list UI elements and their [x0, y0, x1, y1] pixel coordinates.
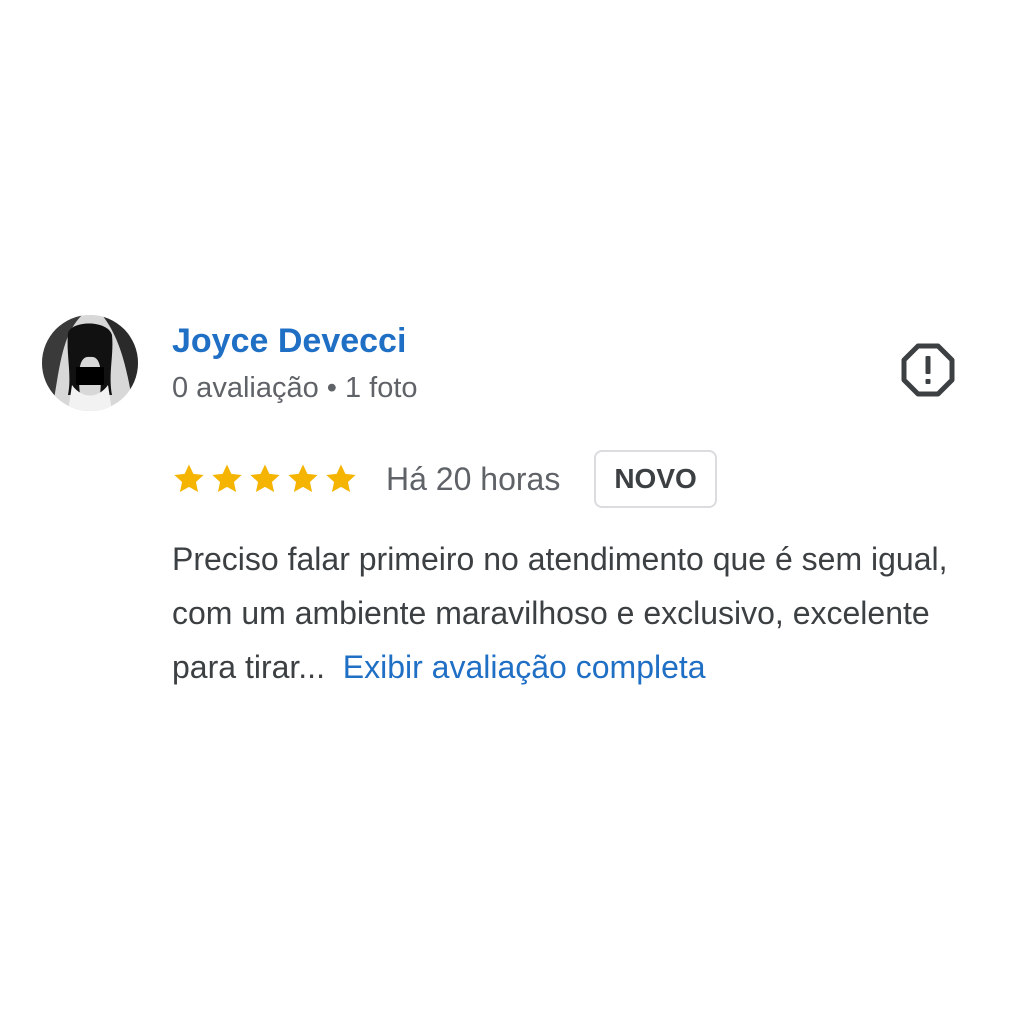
review-card: Joyce Devecci 0 avaliação • 1 foto Há 20…	[0, 0, 1024, 1024]
avatar[interactable]	[42, 315, 138, 411]
rating-row: Há 20 horas NOVO	[172, 448, 717, 510]
avatar-photo	[42, 315, 138, 411]
star-rating	[172, 462, 362, 496]
new-badge: NOVO	[594, 450, 717, 508]
star-icon	[326, 464, 356, 493]
author-name[interactable]: Joyce Devecci	[172, 320, 406, 362]
star-icon	[250, 464, 280, 493]
star-icon	[212, 464, 242, 493]
review-time: Há 20 horas	[386, 460, 561, 497]
review-body: Preciso falar primeiro no atendimento qu…	[172, 532, 962, 694]
star-icon	[288, 464, 318, 493]
report-flag-icon[interactable]	[898, 340, 958, 400]
star-icon	[174, 464, 204, 493]
show-full-review-link[interactable]: Exibir avaliação completa	[343, 649, 706, 685]
author-meta: 0 avaliação • 1 foto	[172, 372, 418, 404]
